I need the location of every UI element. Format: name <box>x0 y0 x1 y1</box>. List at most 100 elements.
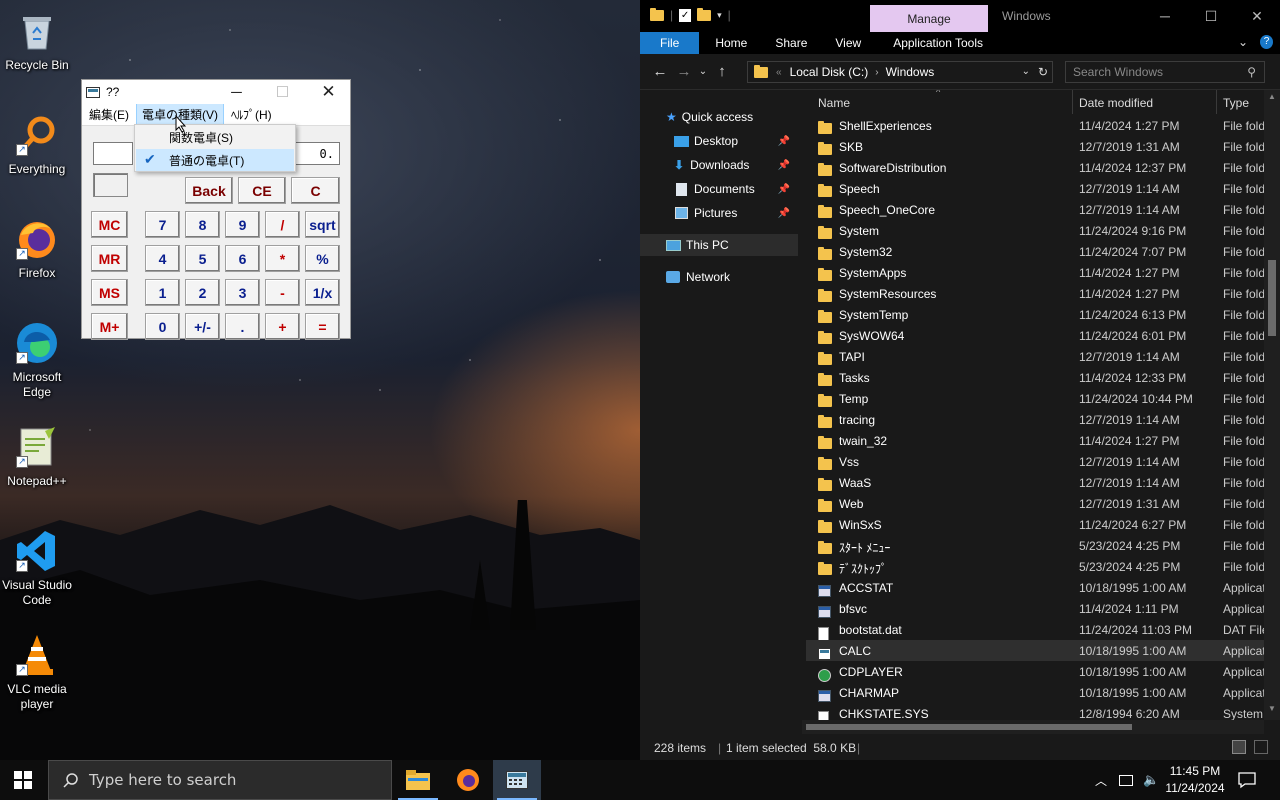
add-button[interactable]: + <box>265 313 300 340</box>
action-center-button[interactable] <box>1238 771 1256 792</box>
nav-quick-access[interactable]: ★ Quick access <box>640 106 798 128</box>
clear-entry-button[interactable]: CE <box>238 177 286 204</box>
digit-6-button[interactable]: 6 <box>225 245 260 272</box>
file-row[interactable]: SystemResources 11/4/2024 1:27 PM File fol… <box>806 283 1268 304</box>
nav-this-pc[interactable]: This PC <box>640 234 798 256</box>
vertical-scroll-thumb[interactable] <box>1268 260 1276 336</box>
digit-9-button[interactable]: 9 <box>225 211 260 238</box>
details-view-icon[interactable] <box>1232 740 1246 754</box>
file-row[interactable]: ShellExperiences 11/4/2024 1:27 PM File fo… <box>806 115 1268 136</box>
column-date-modified[interactable]: Date modified <box>1079 96 1153 110</box>
menu-edit[interactable]: 編集(E) <box>84 104 134 125</box>
memory-store-button[interactable]: MS <box>91 279 128 306</box>
reciprocal-button[interactable]: 1/x <box>305 279 340 306</box>
file-row[interactable]: SysWOW64 11/24/2024 6:01 PM File folder <box>806 325 1268 346</box>
file-row[interactable]: Temp 11/24/2024 10:44 PM File folder <box>806 388 1268 409</box>
desktop-icon-vlc[interactable]: ↗ VLC media player <box>0 632 74 712</box>
pin-icon[interactable]: 📌 <box>778 136 790 147</box>
column-separator[interactable] <box>1072 90 1073 114</box>
taskbar-calculator[interactable] <box>493 760 541 800</box>
memory-recall-button[interactable]: MR <box>91 245 128 272</box>
taskbar-firefox[interactable] <box>444 760 492 800</box>
recent-locations-icon[interactable]: ⌄ <box>696 66 710 77</box>
menu-help[interactable]: ﾍﾙﾌﾟ(H) <box>226 104 277 125</box>
multiply-button[interactable]: * <box>265 245 300 272</box>
menu-item-scientific[interactable]: 関数電卓(S) <box>136 126 294 148</box>
back-button[interactable]: Back <box>185 177 233 204</box>
file-row[interactable]: SoftwareDistribution 11/4/2024 12:37 PM Fi… <box>806 157 1268 178</box>
maximize-button[interactable]: ☐ <box>1188 0 1234 32</box>
tab-manage[interactable]: Manage <box>870 5 988 32</box>
forward-arrow-icon[interactable]: → <box>672 63 696 80</box>
help-icon[interactable]: ? <box>1260 35 1273 49</box>
breadcrumb-local-disk[interactable]: Local Disk (C:) <box>790 65 869 79</box>
file-row[interactable]: ACCSTAT 10/18/1995 1:00 AM Application <box>806 577 1268 598</box>
file-row[interactable]: twain_32 11/4/2024 1:27 PM File folder <box>806 430 1268 451</box>
memory-clear-button[interactable]: MC <box>91 211 128 238</box>
taskbar-file-explorer[interactable] <box>394 760 442 800</box>
digit-7-button[interactable]: 7 <box>145 211 180 238</box>
desktop-icon-notepadpp[interactable]: ↗ Notepad++ <box>0 424 74 489</box>
file-row[interactable]: SystemApps 11/4/2024 1:27 PM File folder <box>806 262 1268 283</box>
tab-view[interactable]: View <box>821 32 875 54</box>
address-dropdown-icon[interactable]: ⌄ <box>1022 66 1030 77</box>
desktop-icon-vscode[interactable]: ↗ Visual Studio Code <box>0 528 74 608</box>
file-row[interactable]: CHARMAP 10/18/1995 1:00 AM Application <box>806 682 1268 703</box>
search-box[interactable]: Search Windows ⚲ <box>1065 61 1265 83</box>
digit-1-button[interactable]: 1 <box>145 279 180 306</box>
column-name[interactable]: Name <box>818 96 850 110</box>
horizontal-scrollbar[interactable] <box>802 720 1264 734</box>
large-icons-view-icon[interactable] <box>1254 740 1268 754</box>
subtract-button[interactable]: - <box>265 279 300 306</box>
close-button[interactable]: ✕ <box>306 80 351 104</box>
sqrt-button[interactable]: sqrt <box>305 211 340 238</box>
close-button[interactable]: ✕ <box>1234 0 1280 32</box>
equals-button[interactable]: = <box>305 313 340 340</box>
menu-item-standard[interactable]: ✔ 普通の電卓(T) <box>136 149 294 171</box>
desktop-icon-recycle-bin[interactable]: Recycle Bin <box>0 8 74 73</box>
tab-file[interactable]: File <box>640 32 700 54</box>
memory-add-button[interactable]: M+ <box>91 313 128 340</box>
desktop-icon-edge[interactable]: ↗ Microsoft Edge <box>0 320 74 400</box>
sign-button[interactable]: +/- <box>185 313 220 340</box>
file-row[interactable]: Web 12/7/2019 1:31 AM File folder <box>806 493 1268 514</box>
file-row[interactable]: SystemTemp 11/24/2024 6:13 PM File folder <box>806 304 1268 325</box>
nav-desktop[interactable]: Desktop 📌 <box>640 130 798 152</box>
percent-button[interactable]: % <box>305 245 340 272</box>
file-row[interactable]: WinSxS 11/24/2024 6:27 PM File folder <box>806 514 1268 535</box>
up-arrow-icon[interactable]: ↑ <box>710 63 734 80</box>
digit-2-button[interactable]: 2 <box>185 279 220 306</box>
volume-muted-icon[interactable]: 🔈 <box>1143 773 1159 788</box>
network-status-icon[interactable] <box>1119 774 1134 786</box>
new-folder-icon[interactable] <box>697 7 712 21</box>
nav-network[interactable]: Network <box>640 266 798 288</box>
back-arrow-icon[interactable]: ← <box>648 63 672 80</box>
nav-downloads[interactable]: ⬇ Downloads 📌 <box>640 154 798 176</box>
file-row[interactable]: tracing 12/7/2019 1:14 AM File folder <box>806 409 1268 430</box>
address-bar[interactable]: « Local Disk (C:) › Windows ⌄ ↻ <box>747 61 1053 83</box>
digit-5-button[interactable]: 5 <box>185 245 220 272</box>
scroll-down-icon[interactable]: ▼ <box>1268 704 1276 713</box>
tab-home[interactable]: Home <box>701 32 761 54</box>
file-row[interactable]: bootstat.dat 11/24/2024 11:03 PM DAT File <box>806 619 1268 641</box>
start-button[interactable] <box>14 771 32 792</box>
file-row[interactable]: System32 11/24/2024 7:07 PM File folder <box>806 241 1268 262</box>
refresh-icon[interactable]: ↻ <box>1038 65 1048 79</box>
taskbar-search-box[interactable]: Type here to search <box>48 760 392 800</box>
breadcrumb-windows[interactable]: Windows <box>886 65 935 79</box>
desktop-icon-firefox[interactable]: ↗ Firefox <box>0 216 74 281</box>
file-row[interactable]: bfsvc 11/4/2024 1:11 PM Application <box>806 598 1268 619</box>
ribbon-expand-icon[interactable]: ⌄ <box>1238 35 1248 49</box>
file-row[interactable]: CDPLAYER 10/18/1995 1:00 AM Application <box>806 661 1268 682</box>
file-row[interactable]: SKB 12/7/2019 1:31 AM File folder <box>806 136 1268 157</box>
nav-documents[interactable]: Documents 📌 <box>640 178 798 200</box>
pin-icon[interactable]: 📌 <box>778 184 790 195</box>
pin-icon[interactable]: 📌 <box>778 160 790 171</box>
column-separator[interactable] <box>1216 90 1217 114</box>
nav-pictures[interactable]: Pictures 📌 <box>640 202 798 224</box>
minimize-button[interactable]: ─ <box>214 80 259 104</box>
file-row[interactable]: Speech 12/7/2019 1:14 AM File folder <box>806 178 1268 199</box>
pin-icon[interactable]: 📌 <box>778 208 790 219</box>
scroll-up-icon[interactable]: ▲ <box>1268 92 1276 101</box>
file-row[interactable]: TAPI 12/7/2019 1:14 AM File folder <box>806 346 1268 367</box>
